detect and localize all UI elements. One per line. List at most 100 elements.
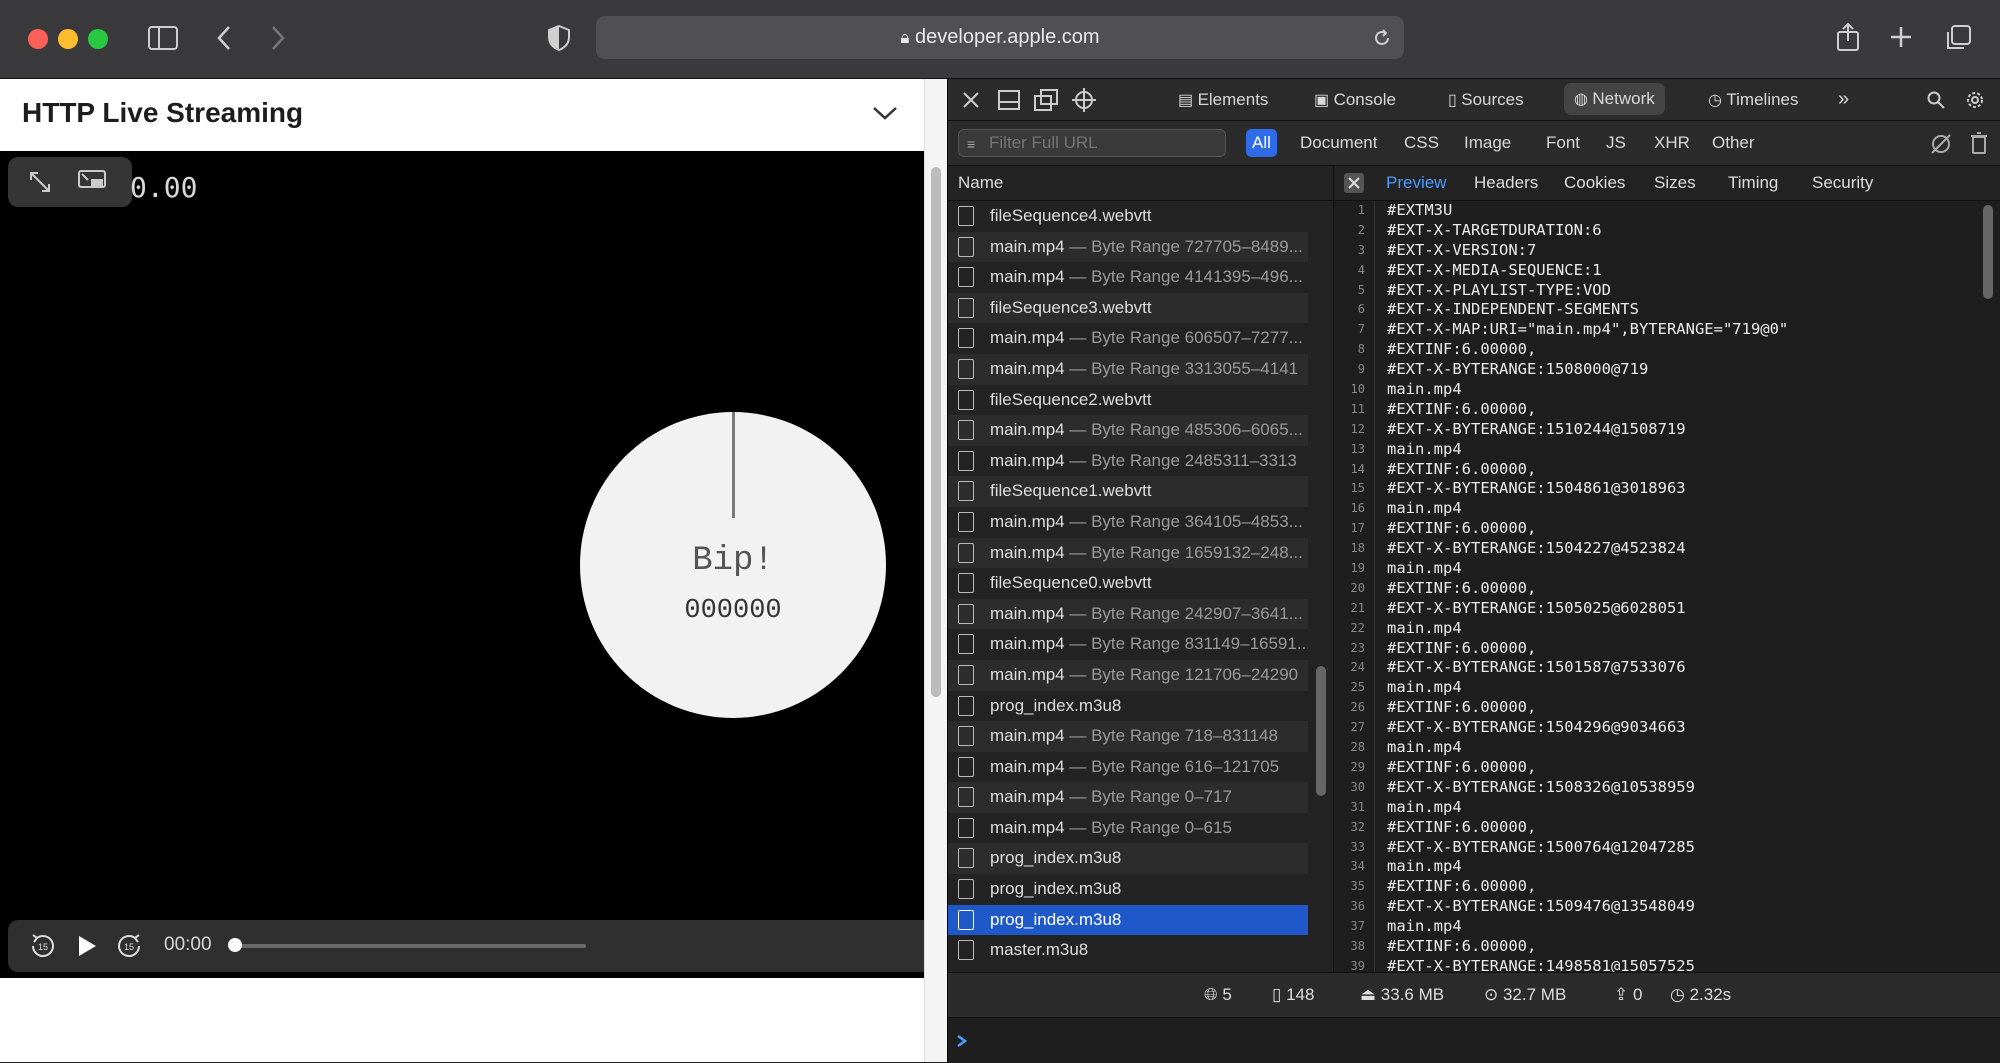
address-bar[interactable]: 🔒︎ developer.apple.com bbox=[596, 16, 1404, 59]
byte-range: — Byte Range 2485311–3313 bbox=[1064, 450, 1297, 470]
tab-overview-icon[interactable] bbox=[1944, 24, 1972, 52]
share-icon[interactable] bbox=[1836, 22, 1860, 52]
line-number: 25 bbox=[1350, 680, 1365, 695]
preview-tab-bar: Preview Headers Cookies Sizes Timing Sec… bbox=[1334, 166, 2000, 201]
document-file-icon bbox=[958, 297, 974, 318]
request-row[interactable]: fileSequence2.webvtt bbox=[948, 385, 1308, 416]
page-scroll-thumb[interactable] bbox=[931, 167, 941, 697]
line-number: 13 bbox=[1350, 441, 1365, 456]
scrubber-track[interactable] bbox=[230, 944, 586, 948]
tab-timing[interactable]: Timing bbox=[1728, 166, 1778, 200]
code-view[interactable]: 1 #EXTM3U 2 #EXT-X-TARGETDURATION:6 3 #EXT-X-… bbox=[1334, 201, 1974, 972]
tab-timelines[interactable]: ◷ Timelines bbox=[1708, 79, 1799, 120]
request-row[interactable]: fileSequence4.webvtt bbox=[948, 201, 1308, 232]
line-text: #EXT-X-BYTERANGE:1510244@1508719 bbox=[1387, 419, 1686, 438]
tab-headers[interactable]: Headers bbox=[1474, 166, 1538, 200]
gear-icon[interactable] bbox=[1964, 89, 1986, 111]
tab-network[interactable]: ◍ Network bbox=[1564, 83, 1665, 115]
back-icon[interactable] bbox=[216, 25, 232, 51]
filter-xhr[interactable]: XHR bbox=[1648, 129, 1696, 157]
close-preview-button[interactable] bbox=[1344, 173, 1364, 193]
play-icon[interactable] bbox=[76, 934, 98, 958]
request-row[interactable]: prog_index.m3u8 bbox=[948, 874, 1308, 905]
filter-css[interactable]: CSS bbox=[1398, 129, 1445, 157]
request-row[interactable]: main.mp4 — Byte Range 2485311–3313 bbox=[948, 446, 1308, 477]
preview-scroll-thumb[interactable] bbox=[1983, 205, 1993, 299]
request-row[interactable]: main.mp4 — Byte Range 4141395–496... bbox=[948, 262, 1308, 293]
document-icon: ▯ bbox=[1272, 985, 1287, 1004]
filter-url-input[interactable] bbox=[958, 129, 1226, 157]
filter-other[interactable]: Other bbox=[1706, 129, 1761, 157]
privacy-shield-icon[interactable] bbox=[548, 25, 570, 51]
request-row[interactable]: main.mp4 — Byte Range 3313055–4141 bbox=[948, 353, 1308, 385]
tab-console[interactable]: ▣ Console bbox=[1314, 79, 1396, 120]
zoom-window-button[interactable] bbox=[88, 29, 108, 49]
video-player[interactable]: 0.00 Bip! 000000 15 15 00:00 bbox=[0, 151, 924, 978]
line-text: #EXTINF:6.00000, bbox=[1387, 459, 1537, 478]
filter-document[interactable]: Document bbox=[1294, 129, 1383, 157]
request-row[interactable]: main.mp4 — Byte Range 1659132–248... bbox=[948, 537, 1308, 569]
reload-icon[interactable] bbox=[1372, 28, 1392, 48]
request-row[interactable]: master.m3u8 bbox=[948, 935, 1308, 966]
sidebar-toggle-icon[interactable] bbox=[148, 26, 178, 50]
close-window-button[interactable] bbox=[28, 29, 48, 49]
request-row[interactable]: main.mp4 — Byte Range 606507–7277... bbox=[948, 323, 1308, 354]
line-text: #EXTINF:6.00000, bbox=[1387, 817, 1537, 836]
request-row[interactable]: fileSequence1.webvtt bbox=[948, 476, 1308, 507]
tab-elements[interactable]: ▤ Elements bbox=[1178, 79, 1268, 120]
chevron-down-icon[interactable] bbox=[872, 105, 898, 121]
request-name: main.mp4 — Byte Range 121706–24290 bbox=[990, 664, 1299, 684]
filter-js[interactable]: JS bbox=[1600, 129, 1632, 157]
request-row[interactable]: prog_index.m3u8 bbox=[948, 904, 1308, 936]
byte-range: — Byte Range 0–615 bbox=[1064, 817, 1232, 837]
request-row[interactable]: main.mp4 — Byte Range 121706–24290 bbox=[948, 659, 1308, 691]
quick-console[interactable] bbox=[948, 1017, 2000, 1063]
detach-window-icon[interactable] bbox=[1034, 89, 1058, 111]
request-list-scroll-thumb[interactable] bbox=[1316, 666, 1326, 796]
fullscreen-icon[interactable] bbox=[28, 170, 52, 194]
request-row[interactable]: main.mp4 — Byte Range 364105–4853... bbox=[948, 507, 1308, 538]
request-row[interactable]: fileSequence3.webvtt bbox=[948, 292, 1308, 324]
element-selection-icon[interactable] bbox=[1072, 88, 1096, 112]
new-tab-icon[interactable] bbox=[1890, 26, 1912, 48]
name-column-header[interactable]: Name bbox=[948, 166, 1333, 201]
request-row[interactable]: main.mp4 — Byte Range 616–121705 bbox=[948, 752, 1308, 783]
code-line: 36 #EXT-X-BYTERANGE:1509476@13548049 bbox=[1334, 897, 1974, 917]
preview-scrollbar[interactable] bbox=[1974, 201, 2000, 972]
minimize-window-button[interactable] bbox=[58, 29, 78, 49]
request-row[interactable]: main.mp4 — Byte Range 727705–8489... bbox=[948, 231, 1308, 263]
filter-image[interactable]: Image bbox=[1458, 129, 1517, 157]
forward-icon[interactable] bbox=[270, 25, 286, 51]
more-tabs-icon[interactable]: » bbox=[1838, 79, 1849, 120]
search-icon[interactable] bbox=[1927, 91, 1945, 109]
tab-cookies[interactable]: Cookies bbox=[1564, 166, 1625, 200]
picture-in-picture-icon[interactable] bbox=[78, 170, 106, 192]
request-row[interactable]: fileSequence0.webvtt bbox=[948, 568, 1308, 599]
tab-sizes[interactable]: Sizes bbox=[1654, 166, 1696, 200]
request-list-scrollbar[interactable] bbox=[1310, 201, 1332, 971]
page-scrollbar[interactable] bbox=[924, 79, 947, 1062]
skip-back-15-icon[interactable]: 15 bbox=[30, 933, 56, 959]
request-row[interactable]: main.mp4 — Byte Range 0–615 bbox=[948, 813, 1308, 844]
skip-forward-15-icon[interactable]: 15 bbox=[116, 933, 142, 959]
filter-font[interactable]: Font bbox=[1540, 129, 1586, 157]
document-file-icon bbox=[958, 909, 974, 930]
request-row[interactable]: prog_index.m3u8 bbox=[948, 691, 1308, 722]
filter-all[interactable]: All bbox=[1246, 129, 1277, 157]
request-row[interactable]: main.mp4 — Byte Range 0–717 bbox=[948, 782, 1308, 813]
close-inspector-icon[interactable] bbox=[962, 91, 980, 109]
tab-preview[interactable]: Preview bbox=[1386, 166, 1446, 200]
elements-icon: ▤ bbox=[1178, 92, 1198, 109]
disable-caches-icon[interactable] bbox=[1930, 133, 1952, 155]
tab-sources[interactable]: ▯ Sources bbox=[1448, 79, 1524, 120]
tab-security[interactable]: Security bbox=[1812, 166, 1873, 200]
trash-icon[interactable] bbox=[1970, 132, 1988, 154]
request-row[interactable]: main.mp4 — Byte Range 831149–16591... bbox=[948, 629, 1308, 660]
request-row[interactable]: main.mp4 — Byte Range 718–831148 bbox=[948, 721, 1308, 752]
dock-bottom-icon[interactable] bbox=[998, 90, 1020, 110]
request-row[interactable]: main.mp4 — Byte Range 242907–3641... bbox=[948, 598, 1308, 630]
request-row[interactable]: main.mp4 — Byte Range 485306–6065... bbox=[948, 415, 1308, 446]
scrubber-handle[interactable] bbox=[228, 938, 242, 952]
line-number: 28 bbox=[1350, 740, 1365, 755]
request-row[interactable]: prog_index.m3u8 bbox=[948, 843, 1308, 875]
